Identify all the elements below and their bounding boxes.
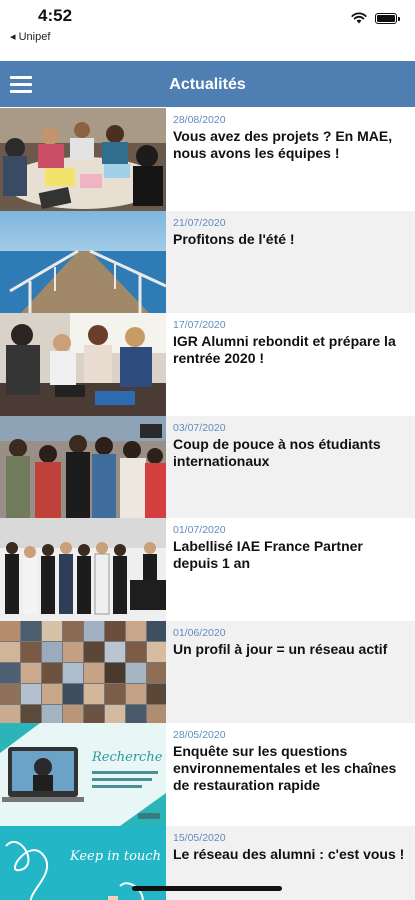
home-indicator[interactable] bbox=[132, 886, 282, 891]
thumb-keep-in-touch-text: Keep in touch bbox=[69, 849, 161, 864]
news-date: 28/08/2020 bbox=[173, 114, 226, 126]
status-icons bbox=[351, 12, 400, 24]
status-time: 4:52 bbox=[38, 6, 73, 25]
news-date: 28/05/2020 bbox=[173, 729, 226, 741]
back-to-app-link[interactable]: ◂ Unipef bbox=[10, 30, 50, 43]
news-item[interactable]: 21/07/2020 Profitons de l'été ! bbox=[0, 210, 415, 313]
news-thumbnail bbox=[0, 313, 166, 416]
wifi-icon bbox=[351, 12, 367, 24]
news-title: Le réseau des alumni : c'est vous ! bbox=[173, 845, 405, 862]
page-title: Actualités bbox=[169, 76, 246, 93]
news-title: Coup de pouce à nos étudiants internatio… bbox=[173, 435, 381, 469]
news-title: IGR Alumni rebondit et prépare la rentré… bbox=[173, 333, 396, 366]
news-thumbnail: Recherche bbox=[0, 723, 166, 826]
news-item[interactable]: 01/06/2020 Un profil à jour = un réseau … bbox=[0, 620, 415, 723]
thumb-recherche-text: Recherche bbox=[91, 750, 163, 765]
news-date: 03/07/2020 bbox=[173, 421, 226, 434]
news-title: Un profil à jour = un réseau actif bbox=[173, 640, 388, 657]
news-date: 01/07/2020 bbox=[173, 524, 226, 536]
news-date: 21/07/2020 bbox=[173, 216, 226, 229]
news-item[interactable]: 03/07/2020 Coup de pouce à nos étudiants… bbox=[0, 415, 415, 518]
news-item[interactable]: 28/08/2020 Vous avez des projets ? En MA… bbox=[0, 108, 415, 211]
news-list: 28/08/2020 Vous avez des projets ? En MA… bbox=[0, 108, 415, 900]
battery-icon bbox=[375, 12, 400, 24]
news-thumbnail bbox=[0, 620, 166, 723]
news-thumbnail bbox=[0, 518, 166, 621]
news-date: 15/05/2020 bbox=[173, 831, 226, 844]
news-item[interactable]: Recherche 28/05/2020 Enquête sur les que… bbox=[0, 723, 415, 826]
news-thumbnail bbox=[0, 210, 166, 313]
news-title: Labellisé IAE France Partner depuis 1 an bbox=[173, 538, 363, 571]
news-item[interactable]: 17/07/2020 IGR Alumni rebondit et prépar… bbox=[0, 313, 415, 416]
news-thumbnail bbox=[0, 415, 166, 518]
news-title: Profitons de l'été ! bbox=[173, 230, 295, 247]
navbar: Actualités bbox=[0, 61, 415, 107]
news-title: Enquête sur les questions environnementa… bbox=[173, 743, 397, 793]
status-bar: 4:52 ◂ Unipef bbox=[0, 0, 415, 56]
news-date: 17/07/2020 bbox=[173, 319, 226, 331]
news-thumbnail bbox=[0, 108, 166, 211]
news-title: Vous avez des projets ? En MAE, nous avo… bbox=[173, 128, 393, 161]
news-date: 01/06/2020 bbox=[173, 626, 226, 639]
news-item[interactable]: 01/07/2020 Labellisé IAE France Partner … bbox=[0, 518, 415, 621]
